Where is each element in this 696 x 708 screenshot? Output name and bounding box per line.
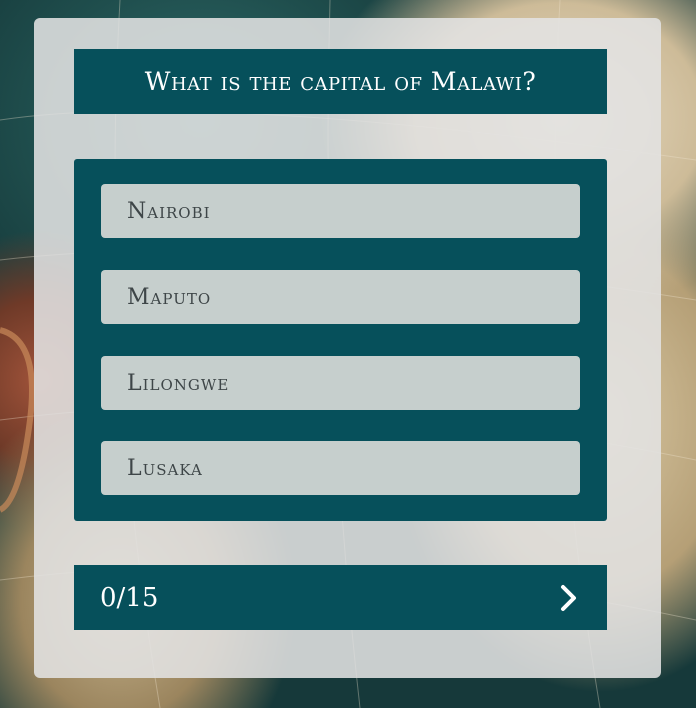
answer-option-maputo[interactable]: Maputo <box>101 270 580 324</box>
chevron-right-icon <box>561 584 576 611</box>
question-text: What is the capital of Malawi? <box>144 67 537 96</box>
progress-counter: 0/15 <box>100 582 159 613</box>
answer-option-nairobi[interactable]: Nairobi <box>101 184 580 238</box>
answer-option-lilongwe[interactable]: Lilongwe <box>101 356 580 410</box>
answer-list: Nairobi Maputo Lilongwe Lusaka <box>74 159 607 521</box>
quiz-footer: 0/15 <box>74 565 607 630</box>
next-button[interactable] <box>555 582 583 614</box>
answer-option-lusaka[interactable]: Lusaka <box>101 441 580 495</box>
question-title: What is the capital of Malawi? <box>74 49 607 114</box>
